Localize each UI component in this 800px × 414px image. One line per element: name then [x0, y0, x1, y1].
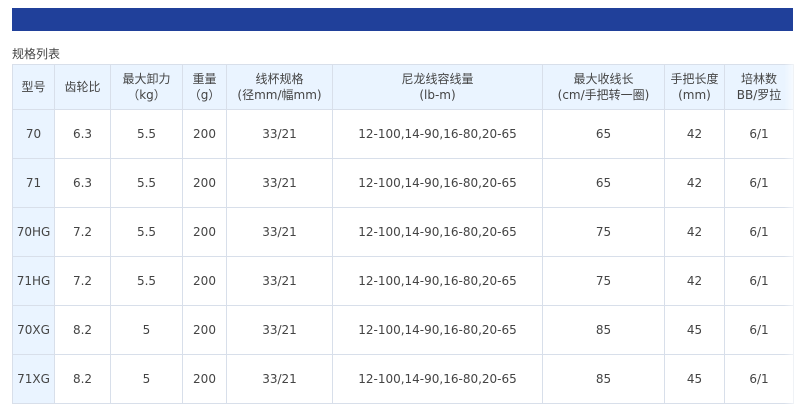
column-header-text: (径mm/幅mm) — [237, 88, 322, 102]
table-row: 71 6.3 5.5 200 33/21 12-100,14-90,16-80,20-65… — [12, 158, 794, 208]
column-header: 最大收线长 (cm/手把转一圈) — [542, 64, 665, 110]
spec-table: 型号 齿轮比 最大卸力 （kg） 重量 （g） 线杯规格 (径mm/幅mm) 尼龙线容线量 (lb… — [12, 64, 794, 404]
table-cell: 33/21 — [226, 354, 333, 404]
column-header-text: 齿轮比 — [64, 80, 101, 94]
spec-table-header: 型号 齿轮比 最大卸力 （kg） 重量 （g） 线杯规格 (径mm/幅mm) 尼龙线容线量 (lb… — [12, 64, 794, 110]
column-header-text: (mm) — [678, 88, 711, 102]
table-row: 71XG 8.2 5 200 33/21 12-100,14-90,16-80,20-65… — [12, 354, 794, 404]
column-header: 型号 — [12, 64, 55, 110]
table-cell: 7.2 — [54, 256, 111, 306]
model-cell: 70HG — [12, 207, 55, 257]
table-cell: 45 — [664, 354, 725, 404]
right-edge-fade — [784, 64, 800, 414]
model-cell: 70 — [12, 109, 55, 159]
table-cell: 7.2 — [54, 207, 111, 257]
table-cell: 33/21 — [226, 305, 333, 355]
table-cell: 42 — [664, 158, 725, 208]
table-cell: 200 — [182, 207, 227, 257]
table-row: 70XG 8.2 5 200 33/21 12-100,14-90,16-80,20-65… — [12, 305, 794, 355]
table-row: 70 6.3 5.5 200 33/21 12-100,14-90,16-80,20-65… — [12, 109, 794, 159]
table-cell: 75 — [542, 207, 665, 257]
table-cell: 5.5 — [110, 109, 183, 159]
column-header-text: 型号 — [21, 80, 46, 94]
table-cell: 8.2 — [54, 305, 111, 355]
table-cell: 12-100,14-90,16-80,20-65 — [332, 256, 543, 306]
table-cell: 75 — [542, 256, 665, 306]
table-row: 70HG 7.2 5.5 200 33/21 12-100,14-90,16-80,20-… — [12, 207, 794, 257]
column-header: 最大卸力 （kg） — [110, 64, 183, 110]
column-header-text: 尼龙线容线量 — [401, 72, 474, 86]
table-cell: 200 — [182, 354, 227, 404]
table-cell: 42 — [664, 256, 725, 306]
table-cell: 12-100,14-90,16-80,20-65 — [332, 158, 543, 208]
column-header-text: (cm/手把转一圈) — [557, 88, 650, 102]
table-cell: 200 — [182, 158, 227, 208]
column-header: 手把长度 (mm) — [664, 64, 725, 110]
table-cell: 6.3 — [54, 158, 111, 208]
table-cell: 8.2 — [54, 354, 111, 404]
column-header-text: （kg） — [127, 88, 166, 102]
column-header-text: （g） — [188, 88, 221, 102]
model-cell: 71HG — [12, 256, 55, 306]
column-header: 齿轮比 — [54, 64, 111, 110]
table-cell: 5.5 — [110, 256, 183, 306]
column-header-text: 最大卸力 — [122, 72, 171, 86]
table-cell: 33/21 — [226, 158, 333, 208]
table-cell: 33/21 — [226, 207, 333, 257]
header-row: 型号 齿轮比 最大卸力 （kg） 重量 （g） 线杯规格 (径mm/幅mm) 尼龙线容线量 (lb… — [12, 64, 794, 110]
column-header-text: 最大收线长 — [573, 72, 634, 86]
spec-table-body: 70 6.3 5.5 200 33/21 12-100,14-90,16-80,20-65… — [12, 109, 794, 404]
table-cell: 200 — [182, 109, 227, 159]
table-cell: 5.5 — [110, 158, 183, 208]
section-title: 规格列表 — [12, 47, 61, 61]
column-header-text: 手把长度 — [670, 72, 719, 86]
model-cell: 71 — [12, 158, 55, 208]
column-header-text: 重量 — [192, 72, 217, 86]
column-header: 线杯规格 (径mm/幅mm) — [226, 64, 333, 110]
column-header-text: 培林数 — [740, 72, 777, 86]
table-cell: 65 — [542, 158, 665, 208]
table-cell: 200 — [182, 305, 227, 355]
column-header: 重量 （g） — [182, 64, 227, 110]
table-cell: 33/21 — [226, 109, 333, 159]
top-banner-bar — [12, 8, 793, 31]
table-cell: 12-100,14-90,16-80,20-65 — [332, 109, 543, 159]
table-cell: 65 — [542, 109, 665, 159]
column-header-text: (lb-m) — [419, 88, 456, 102]
column-header-text: BB/罗拉 — [736, 88, 782, 102]
table-cell: 85 — [542, 354, 665, 404]
table-cell: 42 — [664, 207, 725, 257]
table-cell: 200 — [182, 256, 227, 306]
table-cell: 5.5 — [110, 207, 183, 257]
table-cell: 33/21 — [226, 256, 333, 306]
table-cell: 5 — [110, 305, 183, 355]
table-cell: 5 — [110, 354, 183, 404]
table-cell: 6.3 — [54, 109, 111, 159]
table-row: 71HG 7.2 5.5 200 33/21 12-100,14-90,16-80,20-… — [12, 256, 794, 306]
table-cell: 45 — [664, 305, 725, 355]
table-cell: 12-100,14-90,16-80,20-65 — [332, 354, 543, 404]
column-header: 尼龙线容线量 (lb-m) — [332, 64, 543, 110]
spec-table-container: 型号 齿轮比 最大卸力 （kg） 重量 （g） 线杯规格 (径mm/幅mm) 尼龙线容线量 (lb… — [12, 64, 794, 404]
column-header-text: 线杯规格 — [255, 72, 304, 86]
table-cell: 85 — [542, 305, 665, 355]
table-cell: 12-100,14-90,16-80,20-65 — [332, 305, 543, 355]
table-cell: 42 — [664, 109, 725, 159]
model-cell: 70XG — [12, 305, 55, 355]
model-cell: 71XG — [12, 354, 55, 404]
table-cell: 12-100,14-90,16-80,20-65 — [332, 207, 543, 257]
